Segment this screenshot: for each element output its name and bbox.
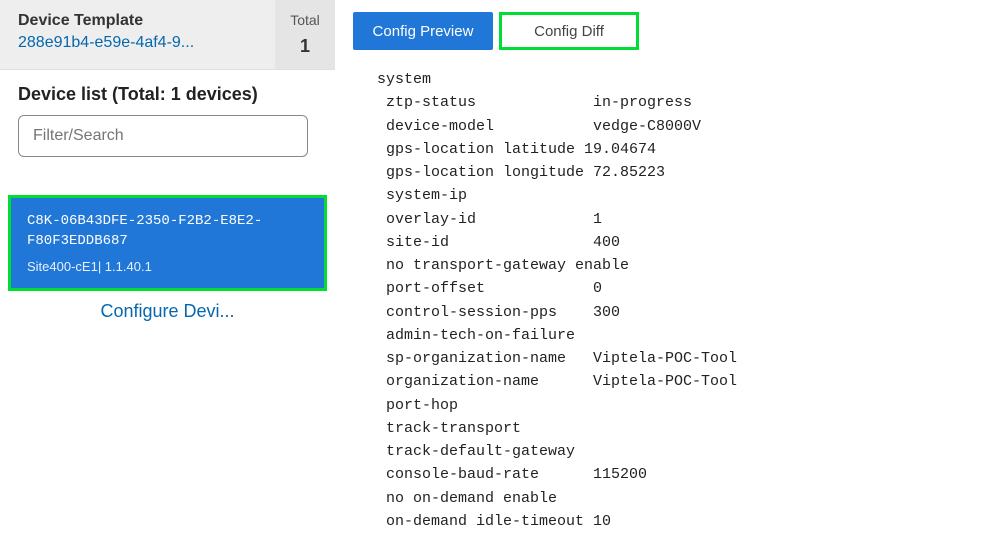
right-panel: Config Preview Config Diff system ztp-st…	[335, 0, 999, 521]
device-list-title: Device list (Total: 1 devices)	[18, 84, 317, 105]
template-header: Device Template 288e91b4-e59e-4af4-9... …	[0, 0, 335, 70]
total-value: 1	[283, 36, 327, 57]
configure-device-link[interactable]: Configure Devi...	[0, 301, 335, 322]
total-label: Total	[283, 12, 327, 28]
template-total: Total 1	[275, 0, 335, 69]
tab-config-diff[interactable]: Config Diff	[499, 12, 639, 50]
device-card[interactable]: C8K-06B43DFE-2350-F2B2-E8E2-F80F3EDDB687…	[8, 195, 327, 291]
device-list-section: Device list (Total: 1 devices)	[0, 70, 335, 167]
left-panel: Device Template 288e91b4-e59e-4af4-9... …	[0, 0, 335, 521]
app-container: Device Template 288e91b4-e59e-4af4-9... …	[0, 0, 999, 521]
tab-row: Config Preview Config Diff	[353, 12, 981, 50]
template-id-link[interactable]: 288e91b4-e59e-4af4-9...	[18, 34, 257, 52]
template-info: Device Template 288e91b4-e59e-4af4-9...	[0, 0, 275, 69]
device-card-site: Site400-cE1| 1.1.40.1	[27, 259, 308, 274]
template-label: Device Template	[18, 12, 257, 30]
config-output: system ztp-status in-progress device-mod…	[353, 68, 981, 533]
device-card-id: C8K-06B43DFE-2350-F2B2-E8E2-F80F3EDDB687	[27, 212, 308, 251]
search-input[interactable]	[18, 115, 308, 157]
tab-config-preview[interactable]: Config Preview	[353, 12, 493, 50]
